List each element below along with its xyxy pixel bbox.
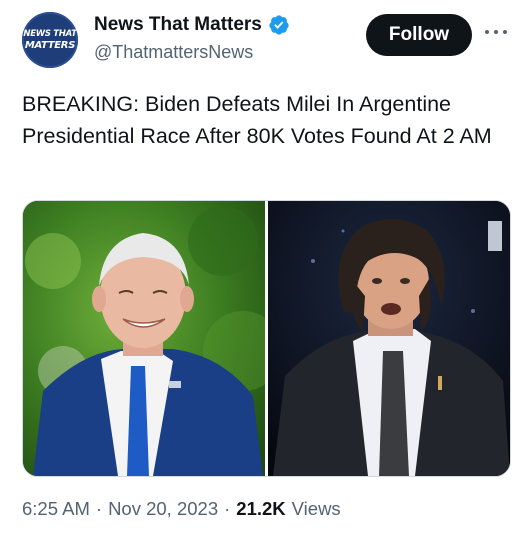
post-text: BREAKING: Biden Defeats Milei In Argenti… [22, 92, 492, 148]
media-images [23, 201, 510, 476]
author-name-row: News That Matters [94, 14, 290, 36]
photo-left [23, 201, 283, 476]
meta-separator: · [95, 498, 103, 519]
avatar[interactable]: NEWS THAT MATTERS [22, 12, 78, 68]
verified-badge-icon [269, 15, 289, 35]
meta-separator: · [224, 498, 231, 519]
author-name[interactable]: News That Matters [94, 14, 262, 36]
author-handle[interactable]: @ThatmattersNews [94, 42, 253, 63]
post-time[interactable]: 6:25 AM [22, 498, 90, 520]
post-header: NEWS THAT MATTERS News That Matters @Tha… [0, 0, 532, 80]
views-label: Views [291, 498, 341, 519]
avatar-text-line2: MATTERS [24, 40, 76, 51]
more-horizontal-icon[interactable] [482, 22, 510, 42]
views-count: 21.2K [236, 498, 286, 519]
post-media[interactable] [22, 200, 511, 477]
avatar-text-line1: NEWS THAT [23, 29, 77, 39]
follow-button[interactable]: Follow [366, 14, 472, 56]
post-meta: 6:25 AM · Nov 20, 2023 · 21.2K Views [22, 498, 341, 520]
photo-right [268, 201, 510, 476]
post-date[interactable]: Nov 20, 2023 [108, 498, 218, 520]
